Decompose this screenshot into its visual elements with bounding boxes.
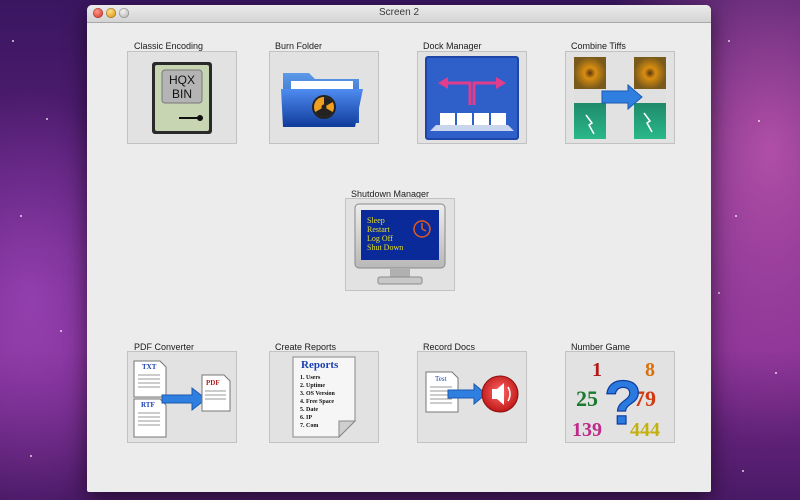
star [718,292,720,294]
report-item: 3. OS Version [300,391,336,397]
record-docs-button[interactable]: Test [417,351,527,443]
number-444: 444 [630,419,660,440]
shut-down-option: Shut Down [367,243,403,252]
report-item: 5. Date [300,407,318,413]
star [30,455,32,457]
number-25: 25 [576,386,598,411]
burn-folder-icon [281,72,363,127]
report-item: 6. IP [300,415,312,421]
hqx-text: HQX [169,73,195,87]
txt-label: TXT [142,363,157,371]
report-item: 2. Uptime [300,383,325,389]
star [20,215,22,217]
sleep-option: Sleep [367,216,385,225]
burn-folder-button[interactable] [269,51,379,144]
monitor-shutdown-icon: Sleep Restart Log Off Shut Down [354,203,446,284]
dock-manager-button[interactable] [417,51,527,144]
number-8: 8 [645,359,655,381]
pdf-converter-button[interactable]: TXT RTF PDF [127,351,237,443]
reports-document-icon: Reports 1. Users 2. Uptime 3. OS Version… [292,356,357,439]
star [12,40,14,42]
reports-title: Reports [301,359,339,371]
combine-tiffs-icon [574,56,666,139]
number-game-icon: 1 8 25 79 ? 139 444 [572,359,660,440]
star [728,40,730,42]
window-title: Screen 2 [378,7,420,18]
create-reports-button[interactable]: Reports 1. Users 2. Uptime 3. OS Version… [269,351,379,443]
star [742,470,744,472]
app-window: Screen 2 Classic Encoding HQX BIN Burn F… [87,5,711,492]
star [60,330,62,332]
report-item: 4. Free Space [300,399,334,405]
number-1: 1 [592,359,602,381]
rtf-label: RTF [141,401,155,409]
record-docs-icon: Test [425,371,519,413]
shutdown-manager-button[interactable]: Sleep Restart Log Off Shut Down [345,198,455,291]
dock-manager-icon [425,55,519,140]
star [46,118,48,120]
report-item: 1. Users [300,375,321,381]
number-game-button[interactable]: 1 8 25 79 ? 139 444 [565,351,675,443]
star [758,120,760,122]
restart-option: Restart [367,225,390,234]
title-bar[interactable]: Screen 2 [87,5,711,23]
log-off-option: Log Off [367,234,393,243]
dock-manager-label: Dock Manager [423,41,482,51]
combine-tiffs-label: Combine Tiffs [571,41,626,51]
report-item: 7. Com [300,423,318,429]
burn-folder-label: Burn Folder [275,41,323,51]
classic-encoding-button[interactable]: HQX BIN [127,51,237,144]
classic-encoding-label: Classic Encoding [134,41,204,51]
number-139: 139 [572,419,602,440]
bin-text: BIN [172,87,192,101]
pdf-label: PDF [206,379,220,387]
star [775,372,777,374]
combine-tiffs-button[interactable] [565,51,675,144]
star [735,215,737,217]
hqx-bin-icon: HQX BIN [152,61,212,134]
test-label: Test [435,375,447,383]
pdf-converter-icon: TXT RTF PDF [133,360,231,438]
